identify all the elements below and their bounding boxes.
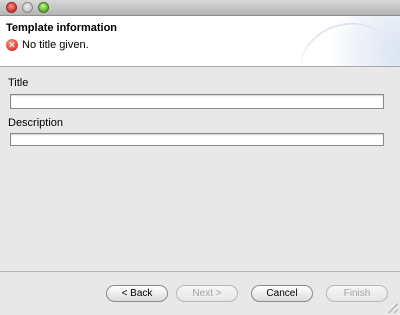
description-input[interactable] <box>10 133 384 146</box>
header-divider <box>0 66 400 67</box>
title-bar[interactable] <box>0 0 400 16</box>
description-label: Description <box>8 117 64 129</box>
title-input[interactable] <box>10 94 384 109</box>
minimize-icon[interactable] <box>22 2 33 13</box>
page-title: Template information <box>6 22 118 34</box>
back-button[interactable]: < Back <box>106 285 168 302</box>
title-label: Title <box>8 77 29 89</box>
status-message: ✕ No title given. <box>6 39 89 51</box>
close-icon[interactable] <box>6 2 17 13</box>
finish-button[interactable]: Finish <box>326 285 388 302</box>
wizard-header: Template information ✕ No title given. <box>0 16 400 67</box>
wizard-window: Template information ✕ No title given. T… <box>0 0 400 315</box>
next-button[interactable]: Next > <box>176 285 238 302</box>
resize-grip-icon[interactable] <box>388 303 398 313</box>
footer-divider <box>0 271 400 272</box>
maximize-icon[interactable] <box>38 2 49 13</box>
cancel-button[interactable]: Cancel <box>251 285 313 302</box>
error-icon: ✕ <box>6 39 18 51</box>
error-message-text: No title given. <box>22 39 89 51</box>
